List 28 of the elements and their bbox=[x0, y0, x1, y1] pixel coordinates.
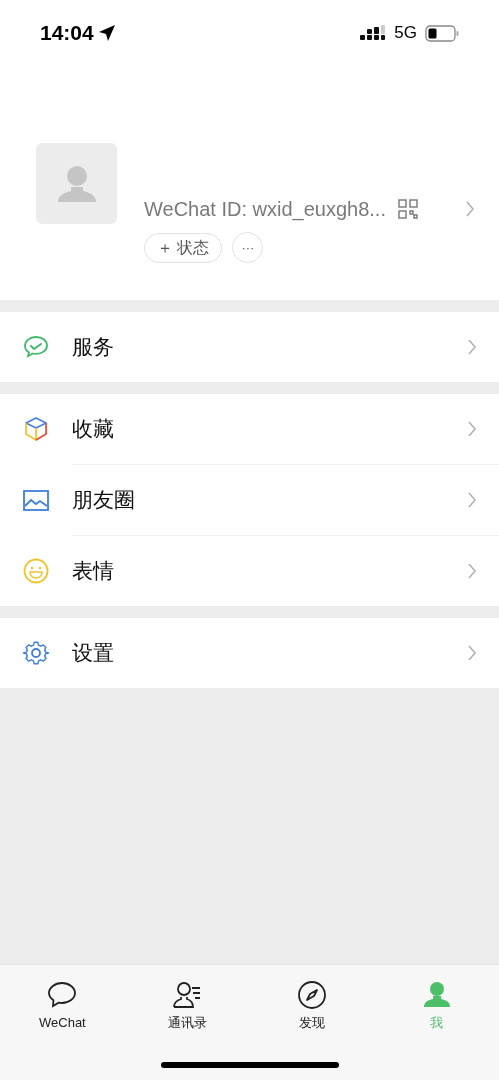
more-button[interactable]: ··· bbox=[232, 232, 264, 263]
menu-item-label: 服务 bbox=[72, 334, 115, 361]
location-arrow-icon bbox=[97, 24, 116, 42]
smiley-icon bbox=[22, 557, 50, 585]
tab-bar-item[interactable]: WeChat bbox=[0, 979, 125, 1040]
status-time: 14:04 bbox=[40, 20, 94, 47]
settings-icon bbox=[22, 639, 50, 667]
chevron-right-icon bbox=[465, 200, 475, 218]
menu-item-label: 设置 bbox=[72, 640, 115, 667]
status-button[interactable]: ＋ 状态 bbox=[144, 232, 223, 263]
tab-bar-item[interactable]: 发现 bbox=[249, 979, 375, 1040]
avatar-placeholder[interactable] bbox=[36, 143, 117, 224]
battery-icon bbox=[425, 24, 459, 42]
compass-icon bbox=[295, 979, 328, 1011]
chevron-right-icon bbox=[467, 644, 477, 662]
cube-icon bbox=[22, 415, 50, 443]
chevron-right-icon bbox=[467, 420, 477, 438]
menu-item-label: 表情 bbox=[72, 558, 115, 585]
qr-code-icon bbox=[398, 199, 418, 219]
chevron-right-icon bbox=[467, 338, 477, 356]
tab-bar-item[interactable]: 通讯录 bbox=[124, 979, 250, 1040]
wechat-id: WeChat ID: wxid_euxgh8... bbox=[144, 197, 386, 223]
menu-item-label: 朋友圈 bbox=[72, 487, 136, 514]
signal-icon bbox=[360, 25, 387, 41]
menu-item-label: 收藏 bbox=[72, 416, 115, 443]
network-type: 5G bbox=[394, 22, 417, 45]
chevron-right-icon bbox=[467, 491, 477, 509]
chevron-right-icon bbox=[467, 562, 477, 580]
